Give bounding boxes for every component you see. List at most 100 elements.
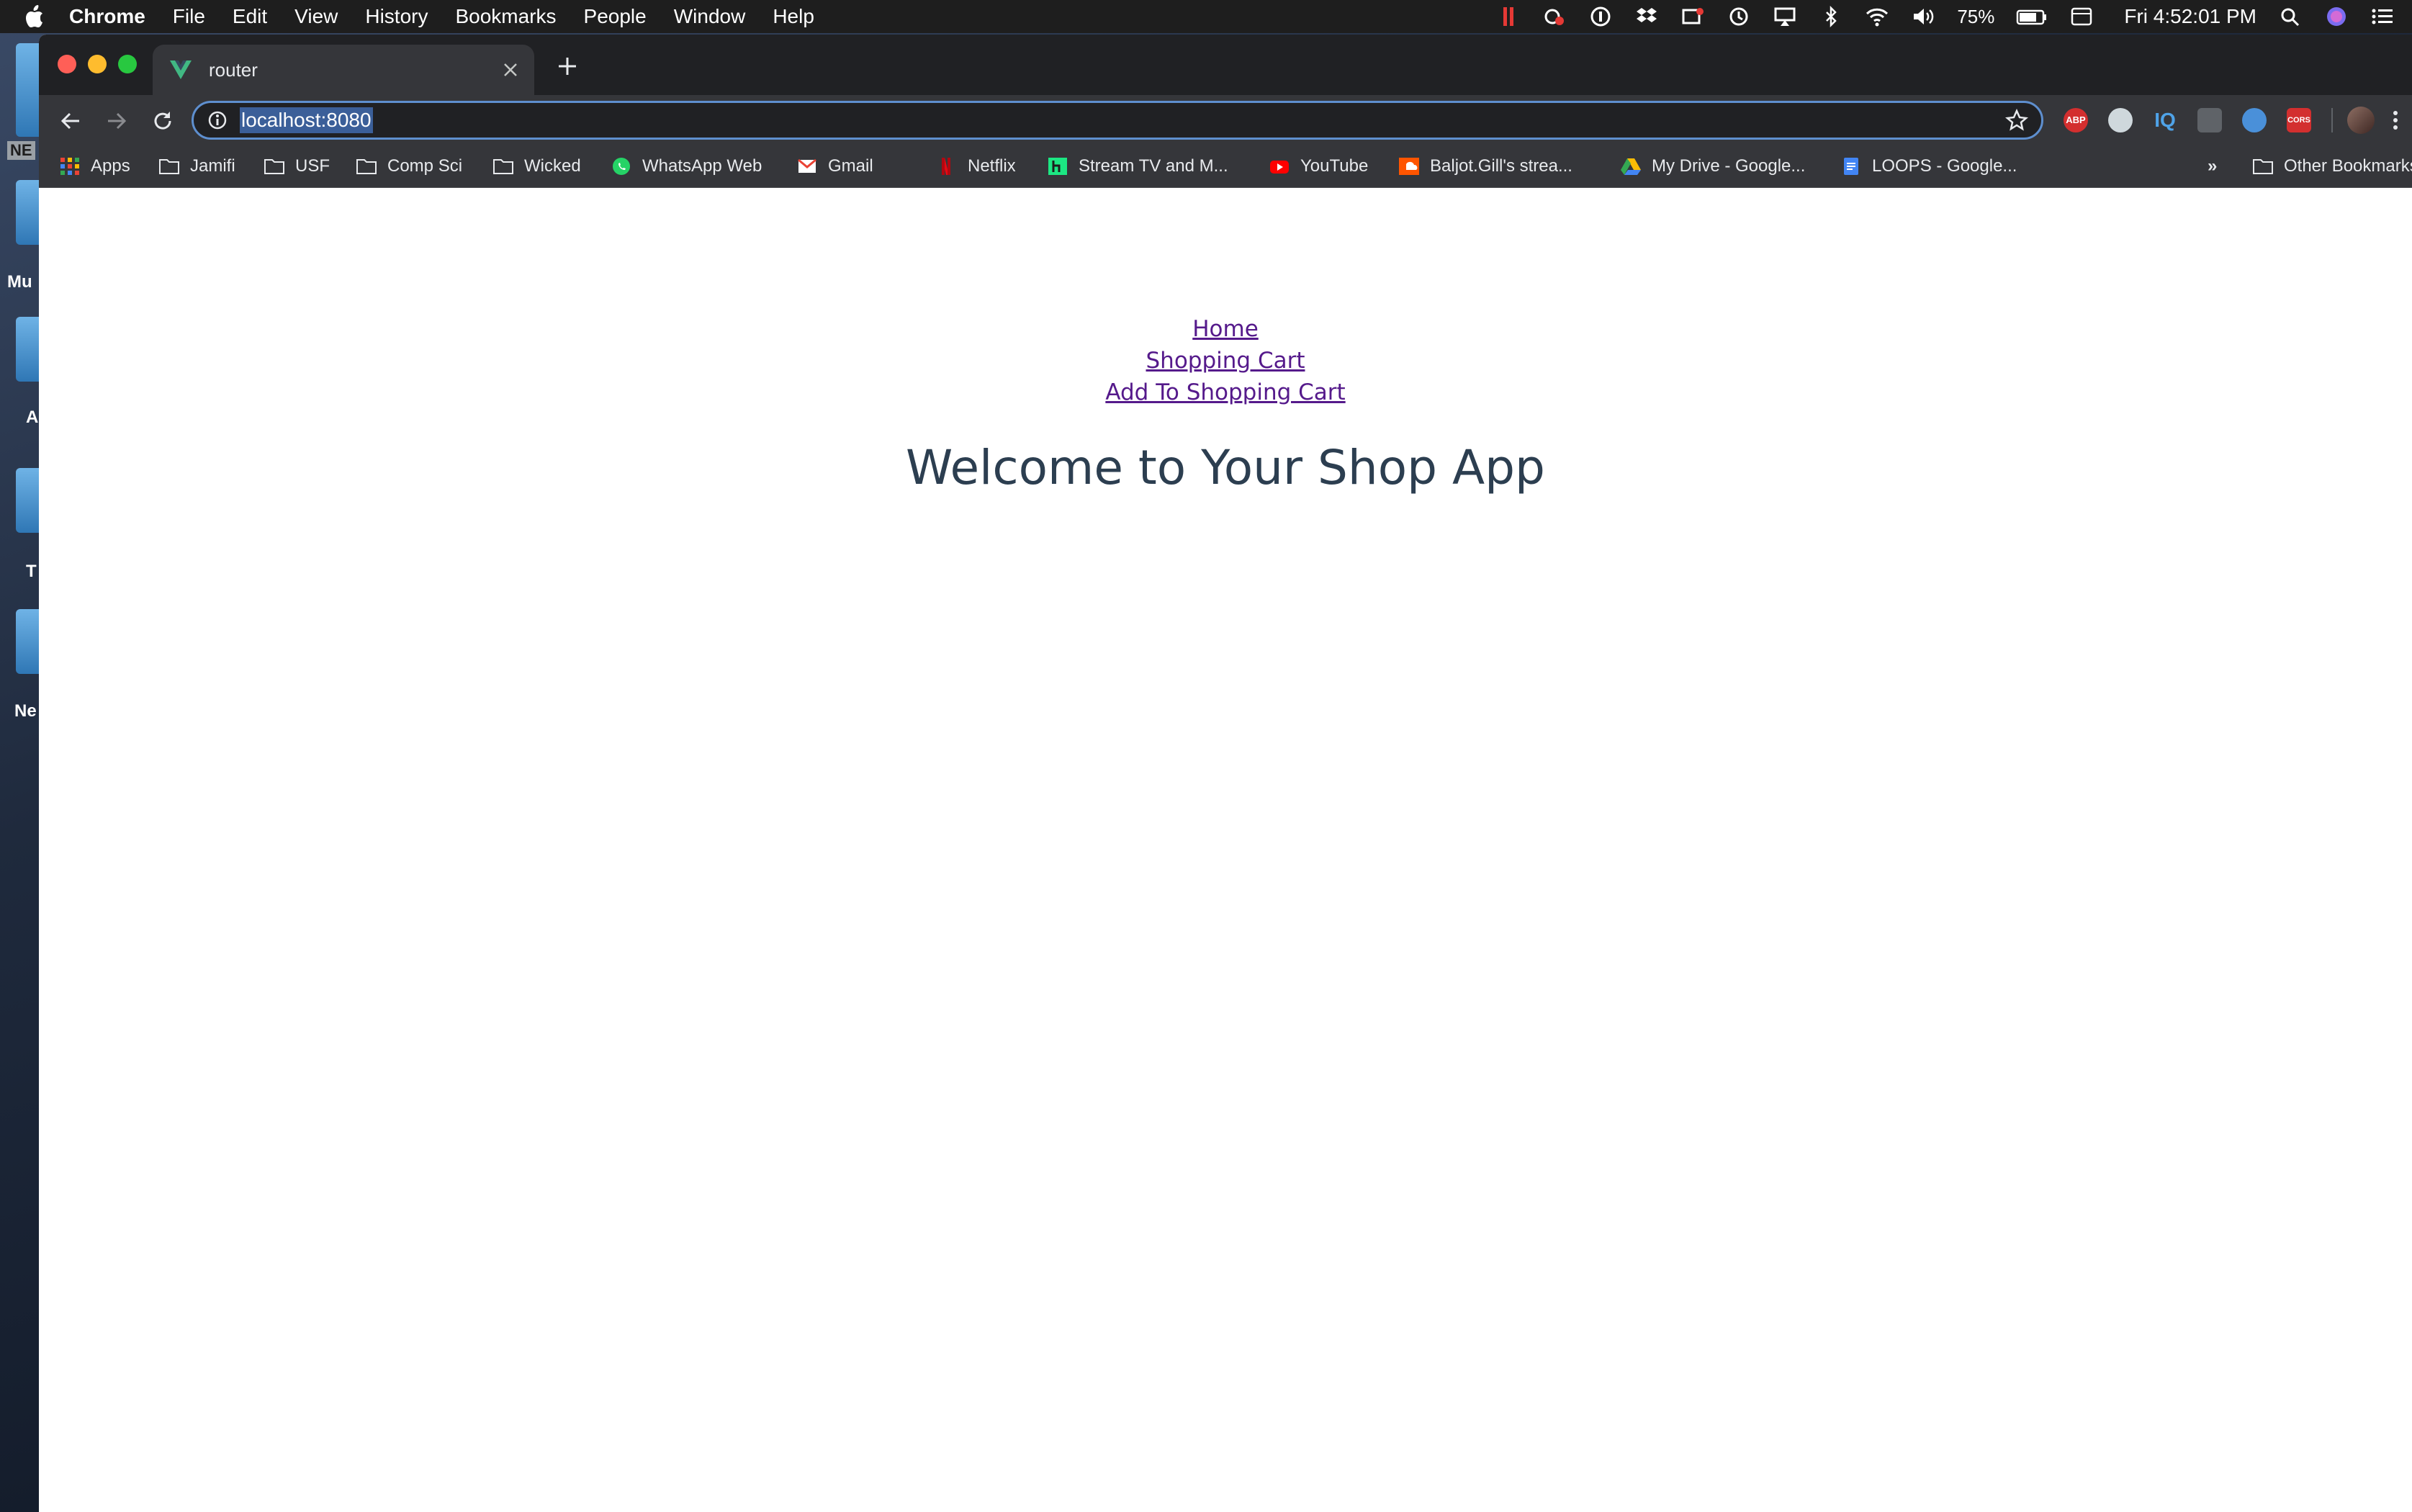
spotlight-search-icon[interactable] (2278, 6, 2303, 27)
folder-icon (2253, 159, 2273, 174)
google-drive-icon (1621, 158, 1641, 175)
bookmark-wicked[interactable]: Wicked (492, 145, 581, 187)
macos-menu-bar: Chrome File Edit View History Bookmarks … (0, 0, 2412, 33)
pause-icon[interactable] (1496, 6, 1521, 27)
more-menu-icon[interactable] (2383, 108, 2408, 132)
minimize-window-button[interactable] (88, 55, 107, 73)
menu-bookmarks[interactable]: Bookmarks (455, 5, 556, 28)
bookmark-label: Wicked (524, 156, 581, 176)
address-bar[interactable]: localhost:8080 (192, 101, 2043, 140)
volume-icon[interactable] (1911, 6, 1935, 27)
folder-icon (356, 159, 377, 174)
menu-file[interactable]: File (173, 5, 205, 28)
calendar-icon[interactable] (2069, 6, 2094, 27)
page-viewport: Home Shopping Cart Add To Shopping Cart … (39, 188, 2412, 1512)
menu-window[interactable]: Window (674, 5, 746, 28)
dropbox-icon[interactable] (1634, 6, 1659, 27)
browser-window: router localhost:8080 ABP IQ CORS Apps J… (39, 35, 2412, 1512)
hulu-icon (1048, 158, 1067, 175)
bookmark-label: My Drive - Google... (1652, 156, 1806, 176)
bookmarks-bar: Apps Jamifi USF Comp Sci Wicked WhatsApp… (39, 145, 2412, 188)
whatsapp-icon (613, 158, 630, 175)
menu-clock[interactable]: Fri 4:52:01 PM (2124, 5, 2256, 28)
bookmark-label: Other Bookmarks (2284, 156, 2412, 176)
onepassword-icon[interactable] (1588, 6, 1613, 27)
tab-router[interactable]: router (153, 45, 534, 95)
bookmark-google-docs[interactable]: LOOPS - Google... (1840, 145, 2017, 187)
reload-icon[interactable] (150, 108, 176, 134)
menu-people[interactable]: People (584, 5, 647, 28)
maximize-window-button[interactable] (118, 55, 137, 73)
battery-percentage: 75% (1957, 5, 1995, 27)
bookmark-label: Stream TV and M... (1079, 156, 1228, 176)
screen-record-icon[interactable] (1680, 6, 1705, 27)
bookmark-label: Apps (91, 156, 130, 176)
nav-link-home[interactable]: Home (39, 313, 2412, 345)
desktop-label: Mu (7, 272, 32, 292)
bookmark-star-icon[interactable] (2005, 109, 2028, 132)
notification-center-icon[interactable] (2370, 6, 2395, 27)
desktop-label: A (26, 408, 39, 427)
folder-icon (493, 159, 513, 174)
siri-icon[interactable] (2324, 6, 2349, 27)
site-info-icon[interactable] (207, 109, 228, 131)
bookmark-other-bookmarks[interactable]: Other Bookmarks (2252, 145, 2412, 187)
ghostery-icon[interactable] (2242, 108, 2267, 132)
bookmark-soundcloud[interactable]: Baljot.Gill's strea... (1398, 145, 1572, 187)
bookmark-netflix[interactable]: Netflix (936, 145, 1016, 187)
new-tab-icon[interactable] (556, 55, 579, 78)
bookmark-label: Netflix (968, 156, 1016, 176)
menu-view[interactable]: View (294, 5, 338, 28)
bookmark-label: USF (295, 156, 330, 176)
overflow-label: » (2208, 156, 2218, 176)
time-machine-icon[interactable] (1727, 6, 1751, 27)
adblock-icon[interactable]: ABP (2064, 108, 2088, 132)
bookmark-jamifi[interactable]: Jamifi (158, 145, 235, 187)
bookmark-gmail[interactable]: Gmail (796, 145, 873, 187)
back-arrow-icon[interactable] (58, 108, 84, 134)
youtube-icon (1270, 161, 1289, 174)
bookmark-youtube[interactable]: YouTube (1269, 145, 1368, 187)
nav-link-add-to-shopping-cart[interactable]: Add To Shopping Cart (39, 377, 2412, 408)
lightbulb-icon[interactable] (2197, 108, 2222, 132)
iq-icon[interactable]: IQ (2153, 108, 2177, 132)
bookmark-apps[interactable]: Apps (59, 145, 130, 187)
bookmark-comp-sci[interactable]: Comp Sci (356, 145, 462, 187)
bookmark-label: Baljot.Gill's strea... (1430, 156, 1572, 176)
soundcloud-icon (1399, 158, 1419, 175)
wifi-icon[interactable] (1865, 6, 1889, 27)
cors-icon[interactable]: CORS (2287, 108, 2311, 132)
forward-arrow-icon[interactable] (104, 108, 130, 134)
profile-avatar[interactable] (2347, 107, 2375, 134)
apple-logo-icon[interactable] (23, 4, 45, 29)
airplay-icon[interactable] (1773, 6, 1797, 27)
desktop-label: Ne (14, 701, 37, 721)
menu-help[interactable]: Help (773, 5, 814, 28)
extension-icon[interactable] (2108, 108, 2133, 132)
creative-cloud-icon[interactable] (1542, 6, 1567, 27)
bookmark-label: Jamifi (190, 156, 235, 176)
bookmark-whatsapp[interactable]: WhatsApp Web (611, 145, 762, 187)
close-window-button[interactable] (58, 55, 76, 73)
bookmark-usf[interactable]: USF (264, 145, 330, 187)
netflix-icon (942, 158, 950, 175)
battery-icon[interactable] (2016, 6, 2048, 27)
bookmark-hulu[interactable]: Stream TV and M... (1047, 145, 1228, 187)
close-tab-icon[interactable] (501, 60, 520, 79)
address-url[interactable]: localhost:8080 (240, 107, 373, 133)
vue-logo-icon (170, 60, 192, 79)
menu-app-name[interactable]: Chrome (69, 5, 145, 28)
folder-icon (159, 159, 179, 174)
menu-history[interactable]: History (365, 5, 428, 28)
desktop-label: T (26, 562, 37, 581)
bluetooth-icon[interactable] (1819, 6, 1843, 27)
status-menus: 75% Fri 4:52:01 PM (1496, 0, 2395, 33)
bookmark-google-drive[interactable]: My Drive - Google... (1620, 145, 1805, 187)
apps-grid-icon (60, 158, 79, 175)
folder-icon (264, 159, 284, 174)
nav-link-shopping-cart[interactable]: Shopping Cart (39, 345, 2412, 377)
bookmark-label: Comp Sci (387, 156, 463, 176)
menu-edit[interactable]: Edit (233, 5, 267, 28)
page-title: Welcome to Your Shop App (906, 440, 1545, 495)
bookmarks-overflow-chevron[interactable]: » (2208, 145, 2217, 187)
